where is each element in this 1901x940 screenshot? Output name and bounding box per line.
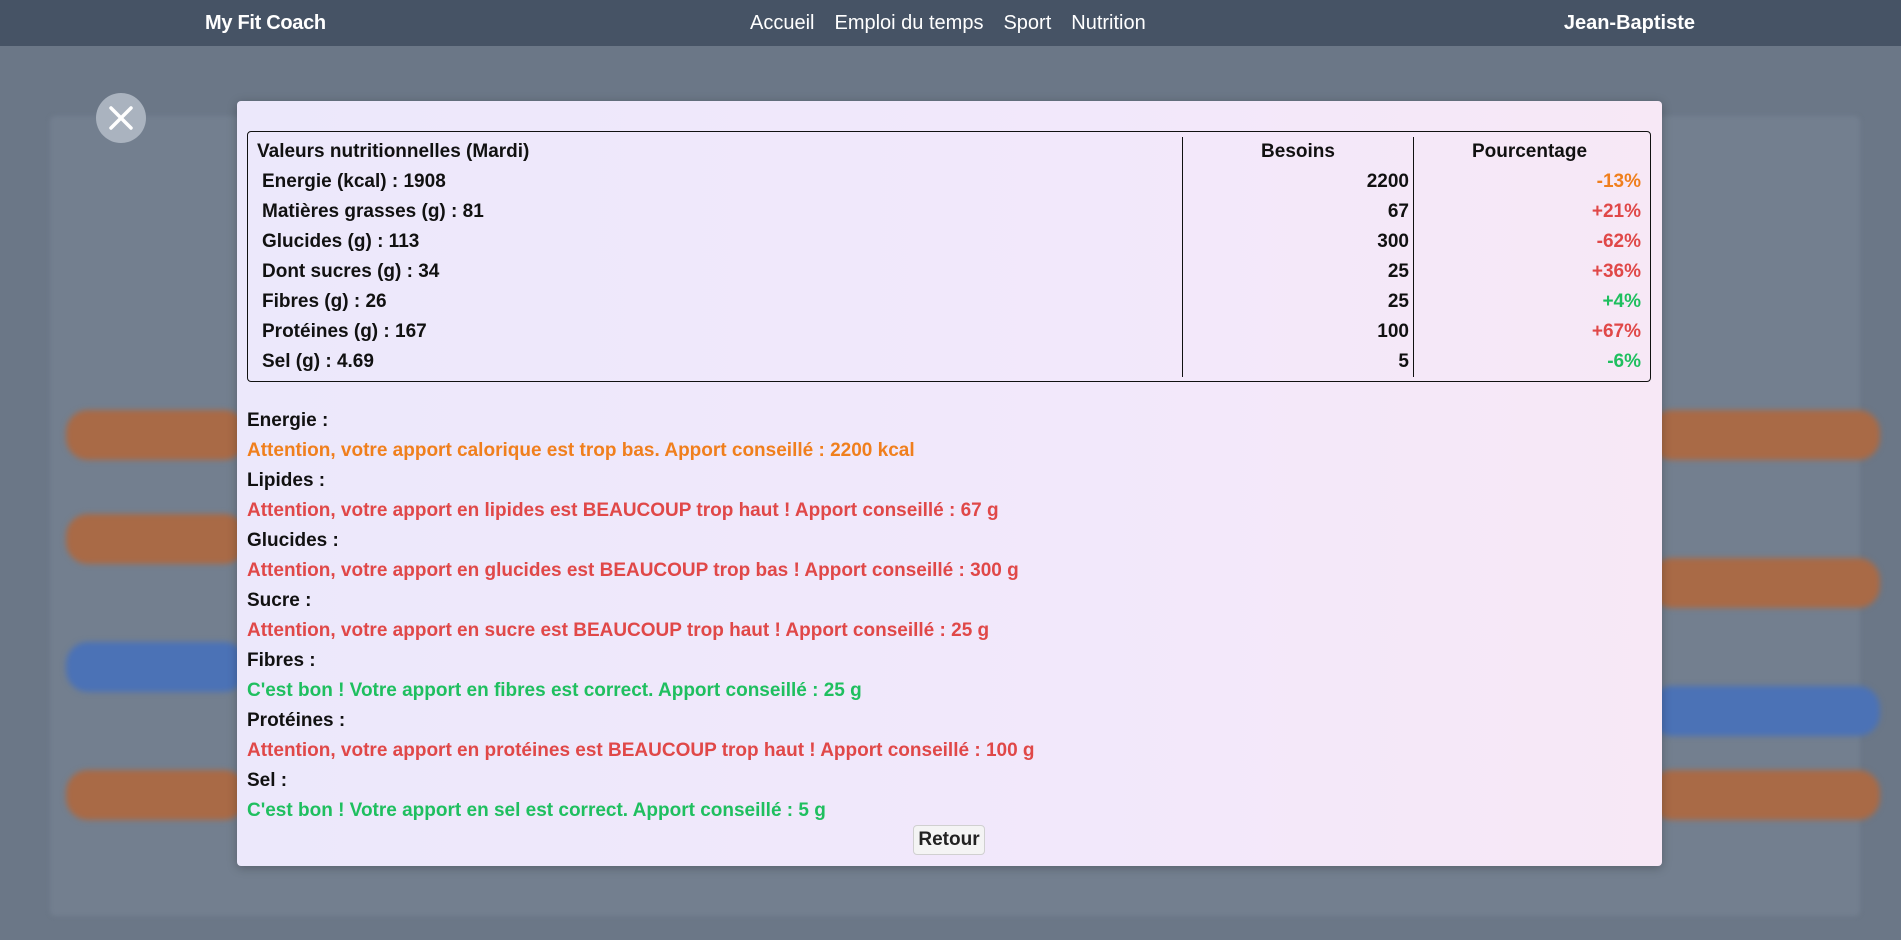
nutrient-value: Sel (g) : 4.69	[253, 347, 1183, 377]
nutrient-value: Dont sucres (g) : 34	[253, 257, 1183, 287]
nutrient-percentage: -6%	[1607, 351, 1641, 372]
table-row: Energie (kcal) : 1908 2200 -13%	[253, 167, 1645, 197]
advice-message: Attention, votre apport en sucre est BEA…	[247, 620, 990, 641]
advice-heading: Sucre :	[247, 590, 312, 611]
nutrient-value: Energie (kcal) : 1908	[253, 167, 1183, 197]
table-row: Dont sucres (g) : 34 25 +36%	[253, 257, 1645, 287]
nav-link-sport[interactable]: Sport	[1003, 12, 1051, 35]
nutrition-table: Valeurs nutritionnelles (Mardi) Besoins …	[247, 131, 1651, 382]
nutrient-percentage: -62%	[1596, 231, 1641, 252]
nutrient-percentage: -13%	[1596, 171, 1641, 192]
nutrient-need: 5	[1182, 347, 1414, 377]
close-icon	[109, 106, 133, 130]
nutrient-value: Fibres (g) : 26	[253, 287, 1183, 317]
nutrient-percentage: +21%	[1591, 201, 1641, 222]
brand-logo[interactable]: My Fit Coach	[205, 12, 326, 35]
nutrient-need: 25	[1182, 257, 1414, 287]
advice-heading: Fibres :	[247, 650, 316, 671]
advice-section: Energie : Attention, votre apport caloriq…	[247, 406, 1035, 826]
close-button[interactable]	[96, 93, 146, 143]
background-bar	[66, 770, 246, 820]
table-row: Protéines (g) : 167 100 +67%	[253, 317, 1645, 347]
advice-heading: Protéines :	[247, 710, 346, 731]
advice-heading: Sel :	[247, 770, 288, 791]
table-row: Fibres (g) : 26 25 +4%	[253, 287, 1645, 317]
nutrient-need: 100	[1182, 317, 1414, 347]
background-bar	[1650, 410, 1880, 460]
background-bar	[66, 410, 246, 460]
top-navbar: My Fit Coach Accueil Emploi du temps Spo…	[0, 0, 1901, 46]
background-bar	[66, 514, 246, 564]
nutrient-percentage: +36%	[1591, 261, 1641, 282]
nav-link-emploi-du-temps[interactable]: Emploi du temps	[834, 12, 983, 35]
advice-message: C'est bon ! Votre apport en sel est corr…	[247, 800, 826, 821]
nutrient-value: Matières grasses (g) : 81	[253, 197, 1183, 227]
user-name[interactable]: Jean-Baptiste	[1564, 12, 1695, 35]
nutrient-need: 300	[1182, 227, 1414, 257]
background-bar	[1650, 686, 1880, 736]
header-nutrition-values: Valeurs nutritionnelles (Mardi)	[253, 137, 1183, 167]
advice-message: Attention, votre apport en protéines est…	[247, 740, 1035, 761]
table-row: Glucides (g) : 113 300 -62%	[253, 227, 1645, 257]
nutrient-need: 67	[1182, 197, 1414, 227]
nav-link-nutrition[interactable]: Nutrition	[1071, 12, 1145, 35]
nav-link-accueil[interactable]: Accueil	[750, 12, 814, 35]
nutrient-need: 2200	[1182, 167, 1414, 197]
advice-message: Attention, votre apport en lipides est B…	[247, 500, 999, 521]
header-percentage: Pourcentage	[1471, 141, 1588, 162]
advice-heading: Energie :	[247, 410, 329, 431]
nutrient-value: Glucides (g) : 113	[253, 227, 1183, 257]
header-needs: Besoins	[1182, 137, 1414, 167]
back-button[interactable]: Retour	[913, 825, 985, 855]
table-header-row: Valeurs nutritionnelles (Mardi) Besoins …	[253, 137, 1645, 167]
nutrient-need: 25	[1182, 287, 1414, 317]
nutrition-modal: Valeurs nutritionnelles (Mardi) Besoins …	[237, 101, 1662, 866]
nav-links: Accueil Emploi du temps Sport Nutrition	[750, 12, 1146, 35]
background-bar	[1650, 770, 1880, 820]
advice-message: Attention, votre apport calorique est tr…	[247, 440, 915, 461]
advice-heading: Glucides :	[247, 530, 339, 551]
nutrient-percentage: +67%	[1591, 321, 1641, 342]
table-row: Matières grasses (g) : 81 67 +21%	[253, 197, 1645, 227]
table-row: Sel (g) : 4.69 5 -6%	[253, 347, 1645, 377]
nutrient-value: Protéines (g) : 167	[253, 317, 1183, 347]
advice-message: C'est bon ! Votre apport en fibres est c…	[247, 680, 862, 701]
background-bar	[66, 642, 246, 692]
background-bar	[1650, 558, 1880, 608]
nutrient-percentage: +4%	[1602, 291, 1641, 312]
advice-message: Attention, votre apport en glucides est …	[247, 560, 1019, 581]
advice-heading: Lipides :	[247, 470, 326, 491]
